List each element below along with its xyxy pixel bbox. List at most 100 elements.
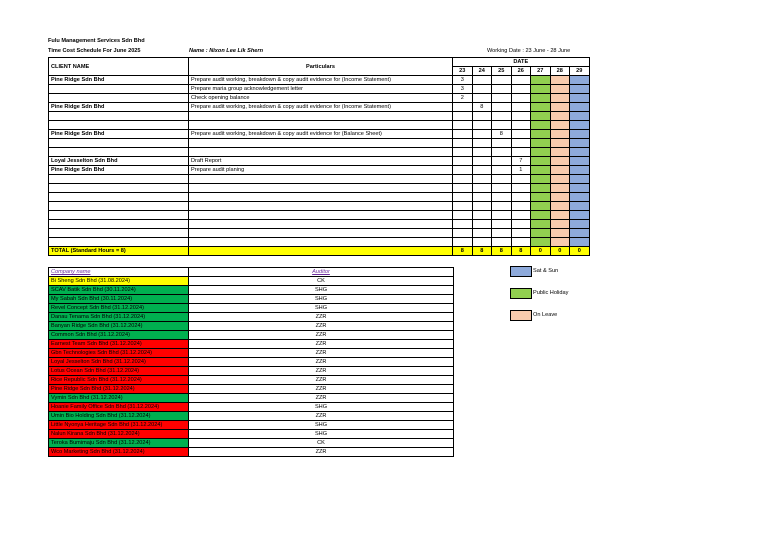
hours-cell[interactable]: 3 <box>452 75 473 85</box>
hours-cell[interactable] <box>510 183 531 193</box>
auditor-cell[interactable]: ZZR <box>188 321 454 331</box>
hours-cell[interactable] <box>491 102 512 112</box>
hours-cell[interactable] <box>510 237 531 247</box>
auditor-cell[interactable]: ZZR <box>188 447 454 457</box>
hours-cell[interactable] <box>491 174 512 184</box>
particulars-cell[interactable]: Prepare audit planing <box>188 165 453 175</box>
client-cell[interactable] <box>48 84 189 94</box>
hours-cell[interactable] <box>549 228 570 238</box>
hours-cell[interactable] <box>569 138 590 148</box>
hours-cell[interactable] <box>530 75 551 85</box>
hours-cell[interactable] <box>491 183 512 193</box>
hours-cell[interactable] <box>549 84 570 94</box>
client-cell[interactable]: Pine Ridge Sdn Bhd <box>48 165 189 175</box>
hours-cell[interactable] <box>471 120 492 130</box>
hours-cell[interactable] <box>510 111 531 121</box>
auditor-cell[interactable]: ZZR <box>188 393 454 403</box>
hours-cell[interactable] <box>549 165 570 175</box>
hours-cell[interactable] <box>569 228 590 238</box>
hours-cell[interactable] <box>549 237 570 247</box>
hours-cell[interactable] <box>491 237 512 247</box>
hours-cell[interactable] <box>569 192 590 202</box>
hours-cell[interactable] <box>471 219 492 229</box>
auditor-cell[interactable]: SHG <box>188 294 454 304</box>
hours-cell[interactable] <box>569 219 590 229</box>
hours-cell[interactable] <box>452 237 473 247</box>
particulars-cell[interactable] <box>188 138 453 148</box>
particulars-cell[interactable] <box>188 237 453 247</box>
hours-cell[interactable] <box>452 138 473 148</box>
hours-cell[interactable] <box>549 183 570 193</box>
client-cell[interactable] <box>48 183 189 193</box>
company-name[interactable]: Wco Marketing Sdn Bhd (31.12.2024) <box>48 447 189 457</box>
hours-cell[interactable]: 2 <box>452 93 473 103</box>
hours-cell[interactable] <box>530 84 551 94</box>
hours-cell[interactable] <box>549 219 570 229</box>
company-name[interactable]: Gbn Technologies Sdn Bhd (31.12.2024) <box>48 348 189 358</box>
auditor-cell[interactable]: ZZR <box>188 384 454 394</box>
hours-cell[interactable] <box>452 129 473 139</box>
particulars-cell[interactable] <box>188 201 453 211</box>
auditor-cell[interactable]: CK <box>188 276 454 286</box>
auditor-cell[interactable]: SHG <box>188 285 454 295</box>
auditor-cell[interactable]: ZZR <box>188 357 454 367</box>
hours-cell[interactable] <box>530 93 551 103</box>
hours-cell[interactable]: 8 <box>491 129 512 139</box>
particulars-cell[interactable]: Prepare audit working, breakdown & copy … <box>188 129 453 139</box>
hours-cell[interactable] <box>491 120 512 130</box>
company-name[interactable]: Umin Bio Holding Sdn Bhd (31.12.2024) <box>48 411 189 421</box>
hours-cell[interactable] <box>530 111 551 121</box>
hours-cell[interactable] <box>471 228 492 238</box>
client-cell[interactable] <box>48 228 189 238</box>
company-name[interactable]: Common Sdn Bhd (31.12.2024) <box>48 330 189 340</box>
company-name[interactable]: Hoanie Family Office Sdn Bhd (31.12.2024… <box>48 402 189 412</box>
hours-cell[interactable] <box>569 75 590 85</box>
particulars-cell[interactable] <box>188 192 453 202</box>
hours-cell[interactable] <box>510 219 531 229</box>
company-name[interactable]: Little Nyonya Heritage Sdn Bhd (31.12.20… <box>48 420 189 430</box>
hours-cell[interactable] <box>549 210 570 220</box>
hours-cell[interactable]: 7 <box>510 156 531 166</box>
hours-cell[interactable] <box>569 156 590 166</box>
hours-cell[interactable] <box>569 102 590 112</box>
client-cell[interactable]: Pine Ridge Sdn Bhd <box>48 102 189 112</box>
hours-cell[interactable] <box>569 129 590 139</box>
hours-cell[interactable] <box>530 228 551 238</box>
hours-cell[interactable] <box>569 120 590 130</box>
hours-cell[interactable] <box>471 192 492 202</box>
particulars-cell[interactable] <box>188 183 453 193</box>
hours-cell[interactable] <box>471 75 492 85</box>
hours-cell[interactable] <box>510 174 531 184</box>
hours-cell[interactable] <box>471 138 492 148</box>
hours-cell[interactable] <box>452 210 473 220</box>
hours-cell[interactable] <box>549 93 570 103</box>
hours-cell[interactable] <box>471 156 492 166</box>
hours-cell[interactable] <box>452 192 473 202</box>
company-name[interactable]: SCAV Batik Sdn Bhd (30.11.2024) <box>48 285 189 295</box>
hours-cell[interactable] <box>510 102 531 112</box>
particulars-cell[interactable] <box>188 174 453 184</box>
hours-cell[interactable] <box>491 138 512 148</box>
particulars-cell[interactable] <box>188 228 453 238</box>
auditor-cell[interactable]: ZZR <box>188 375 454 385</box>
hours-cell[interactable] <box>569 84 590 94</box>
hours-cell[interactable] <box>569 237 590 247</box>
hours-cell[interactable] <box>491 75 512 85</box>
hours-cell[interactable] <box>549 75 570 85</box>
hours-cell[interactable] <box>530 210 551 220</box>
particulars-cell[interactable]: Draft Report <box>188 156 453 166</box>
company-name[interactable]: Nalun Kirana Sdn Bhd (31.12.2024) <box>48 429 189 439</box>
hours-cell[interactable] <box>510 129 531 139</box>
hours-cell[interactable] <box>549 102 570 112</box>
hours-cell[interactable] <box>491 192 512 202</box>
hours-cell[interactable] <box>452 120 473 130</box>
company-name[interactable]: Lotus Ocean Sdn Bhd (31.12.2024) <box>48 366 189 376</box>
hours-cell[interactable] <box>491 210 512 220</box>
hours-cell[interactable] <box>569 147 590 157</box>
hours-cell[interactable] <box>471 93 492 103</box>
hours-cell[interactable] <box>491 228 512 238</box>
particulars-cell[interactable] <box>188 111 453 121</box>
hours-cell[interactable] <box>569 210 590 220</box>
hours-cell[interactable] <box>471 201 492 211</box>
hours-cell[interactable]: 8 <box>471 102 492 112</box>
